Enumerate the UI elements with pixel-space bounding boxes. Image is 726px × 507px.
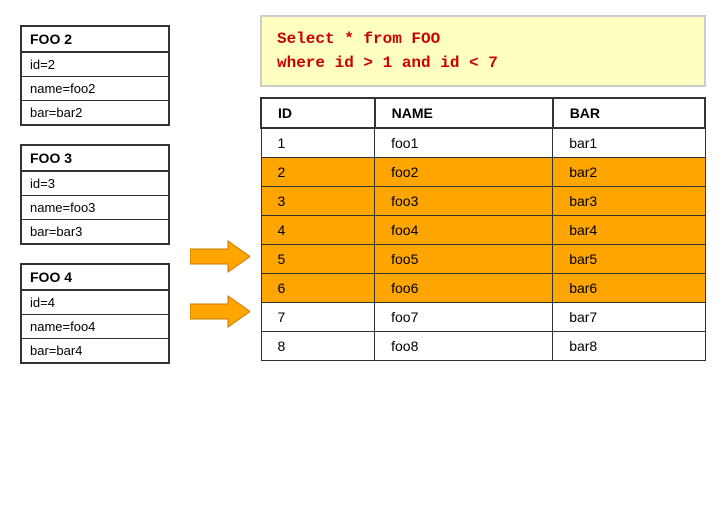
table-cell-id: 7 xyxy=(261,303,375,332)
table-cell-bar: bar5 xyxy=(553,245,705,274)
foo-box-2-header: FOO 2 xyxy=(22,27,168,53)
query-line2: where id > 1 and id < 7 xyxy=(277,51,689,75)
table-row: 4foo4bar4 xyxy=(261,216,705,245)
table-cell-bar: bar1 xyxy=(553,128,705,158)
col-header-bar: BAR xyxy=(553,98,705,128)
table-cell-bar: bar3 xyxy=(553,187,705,216)
foo-box-2-row-1: name=foo2 xyxy=(22,77,168,101)
col-header-name: NAME xyxy=(375,98,553,128)
foo-box-2-row-0: id=2 xyxy=(22,53,168,77)
table-cell-bar: bar7 xyxy=(553,303,705,332)
foo-box-3: FOO 3id=3name=foo3bar=bar3 xyxy=(20,144,170,245)
table-cell-name: foo2 xyxy=(375,158,553,187)
table-cell-name: foo5 xyxy=(375,245,553,274)
table-cell-bar: bar6 xyxy=(553,274,705,303)
foo-box-3-header: FOO 3 xyxy=(22,146,168,172)
table-row: 7foo7bar7 xyxy=(261,303,705,332)
table-cell-bar: bar4 xyxy=(553,216,705,245)
main-container: FOO 2id=2name=foo2bar=bar2FOO 3id=3name=… xyxy=(0,0,726,507)
table-row: 6foo6bar6 xyxy=(261,274,705,303)
table-row: 8foo8bar8 xyxy=(261,332,705,361)
foo-box-3-row-0: id=3 xyxy=(22,172,168,196)
table-cell-id: 2 xyxy=(261,158,375,187)
table-cell-id: 4 xyxy=(261,216,375,245)
table-cell-id: 6 xyxy=(261,274,375,303)
foo-box-4: FOO 4id=4name=foo4bar=bar4 xyxy=(20,263,170,364)
foo-box-4-header: FOO 4 xyxy=(22,265,168,291)
arrow-1-icon xyxy=(190,239,250,274)
foo-boxes-column: FOO 2id=2name=foo2bar=bar2FOO 3id=3name=… xyxy=(20,15,180,492)
arrow-column xyxy=(180,15,260,492)
result-table: ID NAME BAR 1foo1bar12foo2bar23foo3bar34… xyxy=(260,97,706,361)
foo-box-4-row-2: bar=bar4 xyxy=(22,339,168,362)
table-row: 3foo3bar3 xyxy=(261,187,705,216)
table-cell-name: foo4 xyxy=(375,216,553,245)
foo-box-4-row-1: name=foo4 xyxy=(22,315,168,339)
table-cell-name: foo3 xyxy=(375,187,553,216)
table-cell-name: foo6 xyxy=(375,274,553,303)
query-line1: Select * from FOO xyxy=(277,27,689,51)
arrow-2-icon xyxy=(190,294,250,329)
table-cell-id: 1 xyxy=(261,128,375,158)
right-column: Select * from FOO where id > 1 and id < … xyxy=(260,15,706,492)
col-header-id: ID xyxy=(261,98,375,128)
table-cell-name: foo8 xyxy=(375,332,553,361)
foo-box-3-row-1: name=foo3 xyxy=(22,196,168,220)
table-cell-id: 8 xyxy=(261,332,375,361)
table-cell-name: foo7 xyxy=(375,303,553,332)
table-cell-name: foo1 xyxy=(375,128,553,158)
table-row: 1foo1bar1 xyxy=(261,128,705,158)
foo-box-2: FOO 2id=2name=foo2bar=bar2 xyxy=(20,25,170,126)
foo-box-2-row-2: bar=bar2 xyxy=(22,101,168,124)
table-cell-bar: bar8 xyxy=(553,332,705,361)
table-cell-bar: bar2 xyxy=(553,158,705,187)
foo-box-4-row-0: id=4 xyxy=(22,291,168,315)
table-row: 5foo5bar5 xyxy=(261,245,705,274)
query-box: Select * from FOO where id > 1 and id < … xyxy=(260,15,706,87)
foo-box-3-row-2: bar=bar3 xyxy=(22,220,168,243)
table-cell-id: 3 xyxy=(261,187,375,216)
table-cell-id: 5 xyxy=(261,245,375,274)
table-row: 2foo2bar2 xyxy=(261,158,705,187)
